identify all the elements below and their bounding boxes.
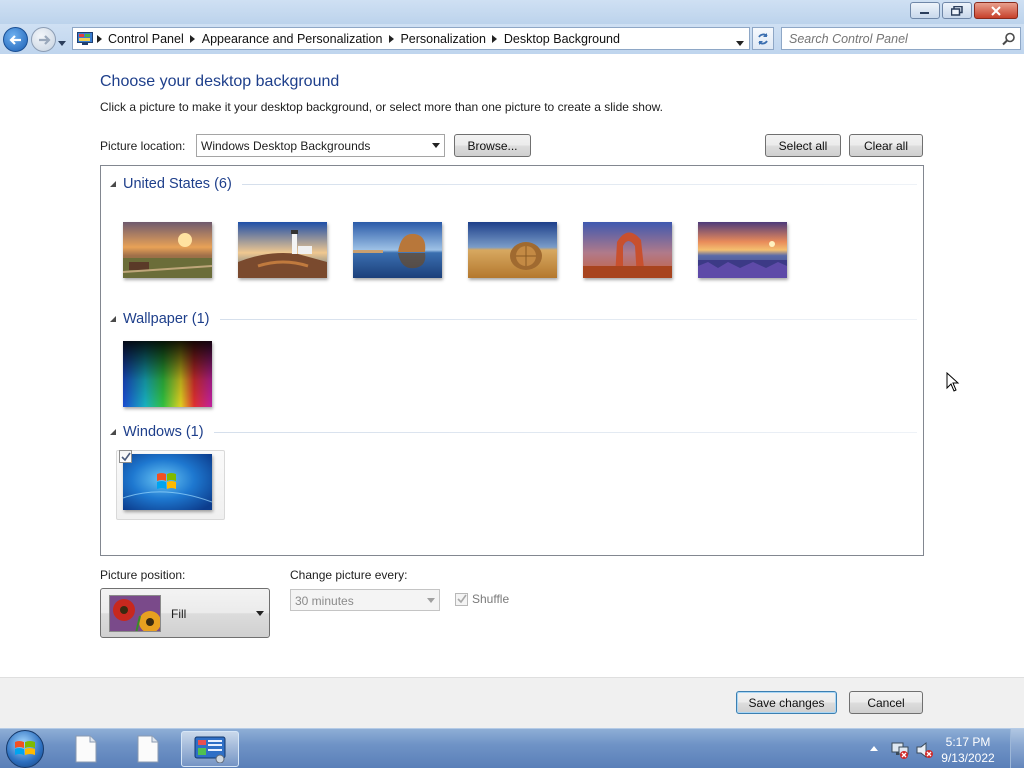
thumbnail-windows-7-default[interactable]: [123, 454, 212, 510]
restore-icon: [951, 5, 963, 16]
breadcrumb-separator[interactable]: [93, 34, 105, 43]
breadcrumb-separator[interactable]: [489, 34, 501, 43]
start-button[interactable]: [6, 730, 44, 768]
control-panel-icon: [77, 31, 93, 45]
refresh-button[interactable]: [752, 27, 774, 50]
network-icon[interactable]: [891, 741, 909, 759]
search-input[interactable]: [789, 31, 999, 46]
breadcrumb-personalization[interactable]: Personalization: [397, 32, 488, 46]
clock-date: 9/13/2022: [941, 751, 995, 765]
group-divider: [219, 318, 917, 320]
page-title: Choose your desktop background: [100, 73, 340, 90]
chevron-down-icon: [58, 41, 66, 46]
thumbnail-us-sunset-barn[interactable]: [123, 222, 212, 278]
picture-position-preview: [109, 595, 161, 632]
select-checkbox-windows[interactable]: [119, 450, 132, 463]
group-divider: [241, 183, 917, 185]
thumbnail-us-rock-lake[interactable]: [353, 222, 442, 278]
show-hidden-icons-button[interactable]: [870, 746, 878, 752]
window-title-bar: [0, 0, 1024, 24]
thumbnail-us-arch[interactable]: [583, 222, 672, 278]
thumbnail-wallpaper-rainbow[interactable]: [123, 341, 212, 407]
group-title: Windows (1): [123, 424, 204, 440]
shuffle-checkbox: [455, 592, 468, 606]
picture-position-dropdown[interactable]: Fill: [100, 588, 270, 638]
cancel-button[interactable]: Cancel: [849, 691, 923, 714]
taskbar-item-control-panel[interactable]: [181, 731, 239, 767]
minimize-button[interactable]: [910, 2, 940, 19]
save-changes-button[interactable]: Save changes: [736, 691, 837, 714]
document-icon: [137, 735, 159, 763]
collapse-triangle-icon[interactable]: [109, 428, 119, 436]
taskbar-item-document-2[interactable]: [119, 731, 177, 767]
forward-arrow-icon: [38, 34, 51, 45]
group-header-windows[interactable]: Windows (1): [109, 424, 917, 440]
document-icon: [75, 735, 97, 763]
shuffle-label: Shuffle: [472, 592, 510, 606]
chevron-down-icon: [256, 611, 264, 616]
mouse-cursor-icon: [946, 372, 960, 392]
volume-muted-icon[interactable]: [916, 741, 934, 759]
search-box[interactable]: [781, 27, 1021, 50]
picture-location-dropdown[interactable]: Windows Desktop Backgrounds: [196, 134, 445, 157]
select-all-button[interactable]: Select all: [765, 134, 841, 157]
group-divider: [213, 431, 917, 433]
show-desktop-button[interactable]: [1010, 729, 1024, 768]
chevron-down-icon: [432, 143, 440, 148]
breadcrumb-desktop-background[interactable]: Desktop Background: [501, 32, 623, 46]
search-icon[interactable]: [1002, 32, 1016, 46]
address-bar[interactable]: Control Panel Appearance and Personaliza…: [72, 27, 750, 50]
refresh-icon: [758, 32, 768, 45]
page-description: Click a picture to make it your desktop …: [100, 100, 663, 114]
chevron-down-icon: [736, 41, 744, 46]
group-title: United States (6): [123, 176, 232, 192]
close-button[interactable]: [974, 2, 1018, 19]
checkmark-icon: [456, 594, 467, 604]
address-dropdown-button[interactable]: [736, 36, 745, 50]
chevron-down-icon: [427, 598, 435, 603]
collapse-triangle-icon[interactable]: [109, 315, 119, 323]
picture-location-label: Picture location:: [100, 139, 186, 153]
picture-location-value: Windows Desktop Backgrounds: [201, 139, 371, 153]
change-picture-value: 30 minutes: [295, 594, 354, 608]
taskbar-item-document-1[interactable]: [57, 731, 115, 767]
system-clock[interactable]: 5:17 PM 9/13/2022: [936, 734, 1000, 766]
windows-logo-icon: [15, 741, 35, 755]
thumbnail-us-lighthouse[interactable]: [238, 222, 327, 278]
picture-position-label: Picture position:: [100, 568, 186, 582]
shuffle-option: Shuffle: [455, 592, 509, 606]
navigation-bar: Control Panel Appearance and Personaliza…: [0, 24, 1024, 54]
back-button[interactable]: [3, 27, 28, 52]
breadcrumb-separator[interactable]: [385, 34, 397, 43]
picture-position-value: Fill: [171, 607, 187, 621]
back-arrow-icon: [8, 34, 21, 45]
thumbnail-us-hay-bale[interactable]: [468, 222, 557, 278]
clear-all-button[interactable]: Clear all: [849, 134, 923, 157]
recent-pages-button[interactable]: [58, 36, 67, 50]
picture-gallery[interactable]: United States (6) Wallpaper (1) Windows …: [100, 165, 924, 556]
group-header-united-states[interactable]: United States (6): [109, 176, 917, 192]
breadcrumb-control-panel[interactable]: Control Panel: [105, 32, 187, 46]
forward-button[interactable]: [31, 27, 56, 52]
thumbnail-us-lupine-lake[interactable]: [698, 222, 787, 278]
collapse-triangle-icon[interactable]: [109, 180, 119, 188]
breadcrumb-appearance[interactable]: Appearance and Personalization: [199, 32, 386, 46]
checkmark-icon: [120, 452, 131, 461]
window-controls: [910, 2, 1018, 19]
taskbar: 5:17 PM 9/13/2022: [0, 728, 1024, 768]
breadcrumb-separator[interactable]: [187, 34, 199, 43]
minimize-icon: [920, 11, 929, 14]
group-title: Wallpaper (1): [123, 311, 210, 327]
control-panel-icon: [194, 736, 226, 763]
change-picture-label: Change picture every:: [290, 568, 408, 582]
browse-button[interactable]: Browse...: [454, 134, 531, 157]
change-picture-dropdown: 30 minutes: [290, 589, 440, 611]
group-header-wallpaper[interactable]: Wallpaper (1): [109, 311, 917, 327]
close-icon: [991, 5, 1001, 16]
clock-time: 5:17 PM: [945, 735, 991, 749]
restore-button[interactable]: [942, 2, 972, 19]
